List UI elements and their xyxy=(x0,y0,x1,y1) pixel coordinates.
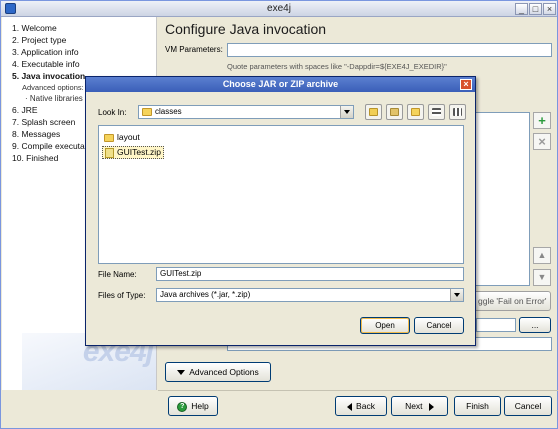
list-item[interactable]: layout xyxy=(102,132,142,145)
help-button[interactable]: ? Help xyxy=(168,396,218,416)
step-messages[interactable]: 8. Messages xyxy=(12,128,90,140)
file-name: layout xyxy=(117,132,140,142)
step-native-libraries[interactable]: · Native libraries xyxy=(12,93,90,104)
chevron-down-icon xyxy=(340,106,353,118)
title-bar: exe4j _ □ × xyxy=(1,1,557,17)
open-button[interactable]: Open xyxy=(360,317,410,334)
footer-separator xyxy=(158,390,558,391)
look-in-label: Look In: xyxy=(98,108,127,117)
next-label: Next xyxy=(405,401,423,411)
step-project-type[interactable]: 2. Project type xyxy=(12,34,90,46)
main-class-input[interactable] xyxy=(476,318,516,332)
native-libraries-label: Native libraries xyxy=(29,94,83,103)
dialog-cancel-button[interactable]: Cancel xyxy=(414,317,464,334)
vm-parameters-hint: Quote parameters with spaces like "-Dapp… xyxy=(227,62,447,71)
up-one-level-icon[interactable] xyxy=(365,104,382,120)
advanced-options-label: Advanced Options xyxy=(189,367,259,377)
step-java-invocation[interactable]: 5. Java invocation xyxy=(12,70,90,82)
vm-parameters-label: VM Parameters: xyxy=(165,45,223,54)
file-name-label: File Name: xyxy=(98,270,137,279)
details-view-icon[interactable] xyxy=(449,104,466,120)
steps-list: 1. Welcome 2. Project type 3. Applicatio… xyxy=(12,22,90,164)
home-icon[interactable] xyxy=(386,104,403,120)
help-label: Help xyxy=(191,401,209,411)
toggle-fail-on-error-button[interactable]: ggle 'Fail on Error' xyxy=(476,291,551,311)
step-compile-executable[interactable]: 9. Compile executab xyxy=(12,140,90,152)
file-name-input[interactable]: GUITest.zip xyxy=(156,267,464,281)
list-item[interactable]: GUITest.zip xyxy=(102,146,164,159)
remove-icon[interactable]: × xyxy=(533,133,551,150)
folder-icon xyxy=(104,133,114,142)
back-label: Back xyxy=(356,401,375,411)
cancel-button[interactable]: Cancel xyxy=(504,396,552,416)
add-icon[interactable]: + xyxy=(533,112,551,129)
step-finished[interactable]: 10. Finished xyxy=(12,152,90,164)
page-title: Configure Java invocation xyxy=(165,21,327,37)
file-name: GUITest.zip xyxy=(117,147,161,157)
finish-button[interactable]: Finish xyxy=(454,396,501,416)
dialog-close-icon[interactable]: × xyxy=(460,79,472,90)
maximize-button[interactable]: □ xyxy=(529,3,542,15)
minimize-button[interactable]: _ xyxy=(515,3,528,15)
step-welcome[interactable]: 1. Welcome xyxy=(12,22,90,34)
chevron-down-icon xyxy=(177,370,186,376)
zip-file-icon xyxy=(105,147,114,158)
next-button[interactable]: Next xyxy=(391,396,448,416)
files-of-type-value: Java archives (*.jar, *.zip) xyxy=(160,290,251,299)
classpath-list[interactable] xyxy=(476,112,530,286)
file-list[interactable]: layout GUITest.zip xyxy=(98,125,464,264)
dialog-title: Choose JAR or ZIP archive xyxy=(86,77,475,92)
move-up-icon[interactable]: ▲ xyxy=(533,247,551,264)
look-in-combo[interactable]: classes xyxy=(138,105,354,119)
new-folder-icon[interactable] xyxy=(407,104,424,120)
browse-button[interactable]: ... xyxy=(519,317,551,333)
main-window: exe4j _ □ × 1. Welcome 2. Project type 3… xyxy=(0,0,558,429)
advanced-options-heading: Advanced options: xyxy=(22,83,84,92)
step-jre[interactable]: 6. JRE xyxy=(12,104,90,116)
vm-parameters-input[interactable] xyxy=(227,43,552,57)
choose-archive-dialog: Choose JAR or ZIP archive × Look In: cla… xyxy=(85,76,476,346)
chevron-down-icon xyxy=(450,289,463,301)
step-application-info[interactable]: 3. Application info xyxy=(12,46,90,58)
files-of-type-select[interactable]: Java archives (*.jar, *.zip) xyxy=(156,288,464,302)
move-down-icon[interactable]: ▼ xyxy=(533,269,551,286)
close-button[interactable]: × xyxy=(543,3,556,15)
back-arrow-icon xyxy=(347,402,353,411)
help-icon: ? xyxy=(177,401,188,412)
folder-icon xyxy=(142,107,152,116)
step-executable-info[interactable]: 4. Executable info xyxy=(12,58,90,70)
next-arrow-icon xyxy=(428,402,434,411)
step-splash-screen[interactable]: 7. Splash screen xyxy=(12,116,90,128)
files-of-type-label: Files of Type: xyxy=(98,291,146,300)
window-title: exe4j xyxy=(267,3,291,14)
advanced-options-button[interactable]: Advanced Options xyxy=(165,362,271,382)
look-in-value: classes xyxy=(155,107,182,116)
list-view-icon[interactable] xyxy=(428,104,445,120)
back-button[interactable]: Back xyxy=(335,396,387,416)
